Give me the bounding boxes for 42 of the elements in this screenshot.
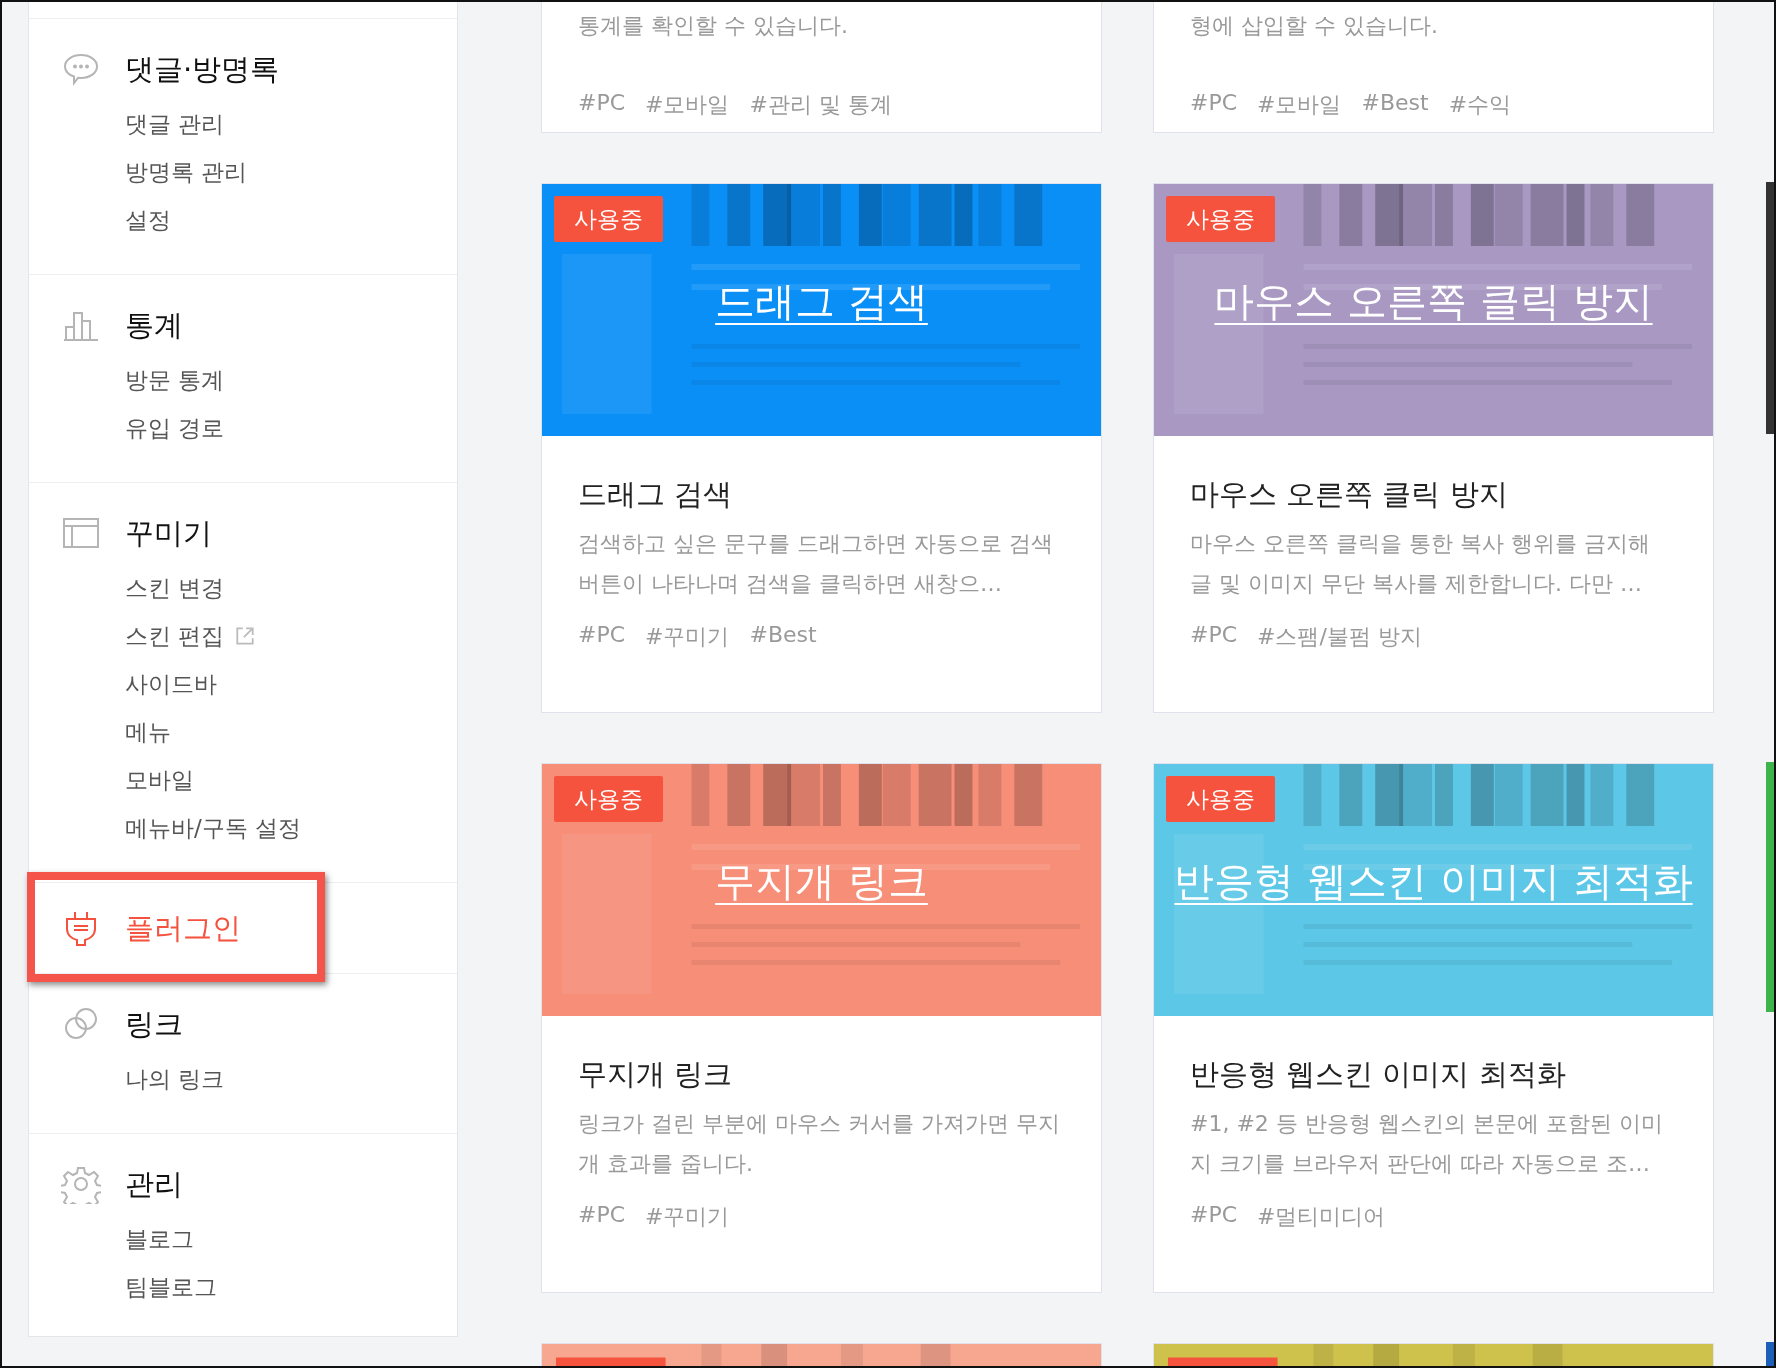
gear-icon — [61, 1164, 101, 1204]
plugin-card[interactable]: 사용중 마우스 오른쪽 클릭 방지 마우스 오른쪽 클릭 방지 마우스 오른쪽 클릭을 통한 복사 행위를 금지해 글 및 이미지 무단 복사를 제한합니다. 다만 … #PC #스팸/불펌 방지 — [1153, 183, 1714, 713]
card-description: 통계를 확인할 수 있습니다. — [578, 12, 849, 40]
card-description: 형에 삽입할 수 있습니다. — [1190, 12, 1439, 40]
plugin-card[interactable]: 사용중 무지개 링크 무지개 링크 링크가 걸린 부분에 마우스 커서를 가져가면 무지개 효과를 줍니다. #PC #꾸미기 — [541, 763, 1102, 1293]
plugin-card[interactable]: 사용중 반응형 웹스킨 이미지 최적화 반응형 웹스킨 이미지 최적화 #1, #2 등 반응형 웹스킨의 본문에 포함된 이미지 크기를 브라우저 판단에 따라 자동으로 조… #PC #멀티미디어 — [1153, 763, 1714, 1293]
section-title[interactable]: 링크 — [125, 1004, 183, 1044]
menu-item[interactable]: 팀블로그 — [125, 1271, 217, 1303]
image-title: 드래그 검색 — [714, 277, 929, 326]
menu-item[interactable]: 유입 경로 — [125, 412, 225, 444]
menu-item[interactable]: 스킨 변경 — [125, 572, 225, 604]
in-use-badge: 사용중 — [1166, 196, 1275, 242]
image-title: 마우스 오른쪽 클릭 방지 — [1213, 277, 1654, 326]
card-description: 검색하고 싶은 문구를 드래그하면 자동으로 검색 버튼이 나타나며 검색을 클릭하면 새창으… — [578, 530, 1054, 598]
section-title[interactable]: 통계 — [125, 305, 183, 345]
menu-item[interactable]: 스킨 편집 — [125, 620, 225, 652]
menu-item[interactable]: 메뉴 — [125, 716, 171, 748]
section-title[interactable]: 꾸미기 — [125, 513, 212, 553]
menu-item[interactable]: 메뉴바/구독 설정 — [125, 812, 302, 844]
card-description: #1, #2 등 반응형 웹스킨의 본문에 포함된 이미지 크기를 브라우저 판단에 따라 자동으로 조… — [1190, 1110, 1664, 1178]
plugin-card[interactable]: 사용중 드래그 검색 드래그 검색 검색하고 싶은 문구를 드래그하면 자동으로 검색 버튼이 나타나며 검색을 클릭하면 새창으… #PC #꾸미기 #Best — [541, 183, 1102, 713]
in-use-badge: 사용중 — [554, 776, 663, 822]
image-title: 무지개 링크 — [714, 857, 929, 906]
menu-item[interactable]: 설정 — [125, 204, 171, 236]
card-description: 마우스 오른쪽 클릭을 통한 복사 행위를 금지해 글 및 이미지 무단 복사를 제한합니다. 다만 … — [1190, 530, 1651, 598]
section-title[interactable]: 댓글·방명록 — [125, 49, 280, 89]
image-title: 반응형 웹스킨 이미지 최적화 — [1173, 857, 1694, 906]
in-use-badge: 사용중 — [554, 196, 663, 242]
menu-item[interactable]: 방명록 관리 — [125, 156, 248, 188]
menu-item[interactable]: 사이드바 — [125, 668, 217, 700]
card-title[interactable]: 반응형 웹스킨 이미지 최적화 — [1190, 1054, 1677, 1094]
menu-item[interactable]: 블로그 — [125, 1223, 194, 1255]
section-title[interactable]: 관리 — [125, 1164, 183, 1204]
card-title[interactable]: 마우스 오른쪽 클릭 방지 — [1190, 474, 1677, 514]
card-title[interactable]: 무지개 링크 — [578, 1054, 1065, 1094]
in-use-badge: 사용중 — [1166, 776, 1275, 822]
card-title[interactable]: 드래그 검색 — [578, 474, 1065, 514]
card-description: 링크가 걸린 부분에 마우스 커서를 가져가면 무지개 효과를 줍니다. — [578, 1110, 1061, 1178]
menu-item[interactable]: 방문 통계 — [125, 364, 225, 396]
menu-item[interactable]: 모바일 — [125, 764, 194, 796]
menu-item[interactable]: 나의 링크 — [125, 1063, 225, 1095]
menu-item[interactable]: 댓글 관리 — [125, 108, 225, 140]
